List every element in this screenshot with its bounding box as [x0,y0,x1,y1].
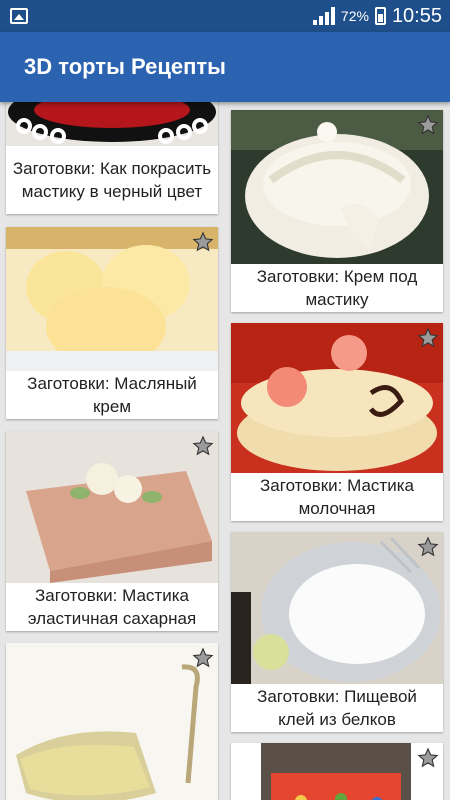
signal-icon [312,7,335,25]
gallery-notification-icon [10,8,28,24]
recipe-card-syrup[interactable] [6,643,218,800]
recipe-caption: Заготовки: Крем под мастику [256,267,418,309]
battery-icon [374,7,386,25]
status-bar: 72% 10:55 [0,0,450,32]
favorite-star-icon[interactable] [417,327,439,349]
recipe-card-egg-white-glue[interactable]: Заготовки: Пищевой клей из белков [231,532,443,732]
recipe-photo [6,431,218,583]
recipe-photo [231,323,443,473]
battery-percent: 72% [340,8,369,24]
app-bar: 3D торты Рецепты [0,32,450,102]
recipe-card-cream[interactable]: Заготовки: Крем под мастику [231,110,443,312]
recipe-caption: Заготовки: Как покрасить мастику в черны… [12,159,212,201]
recipe-photo [231,532,443,684]
favorite-star-icon[interactable] [417,114,439,136]
recipe-caption: Заготовки: Мастика молочная [260,476,414,518]
recipe-card-milk-fondant[interactable]: Заготовки: Мастика молочная [231,323,443,521]
favorite-star-icon[interactable] [417,536,439,558]
recipe-grid[interactable]: Заготовки: Как покрасить мастику в черны… [0,102,450,800]
recipe-card-partial[interactable] [231,743,443,800]
favorite-star-icon[interactable] [417,747,439,769]
recipe-photo [231,743,443,800]
clock: 10:55 [391,4,442,27]
favorite-star-icon[interactable] [192,231,214,253]
recipe-photo [6,102,218,146]
recipe-caption: Заготовки: Масляный крем [27,374,197,416]
recipe-caption: Заготовки: Пищевой клей из белков [257,687,417,729]
favorite-star-icon[interactable] [192,647,214,669]
recipe-photo [6,227,218,371]
recipe-photo [6,643,218,800]
recipe-card-black-fondant[interactable]: Заготовки: Как покрасить мастику в черны… [6,102,218,214]
favorite-star-icon[interactable] [192,435,214,457]
recipe-card-elastic-fondant[interactable]: Заготовки: Мастика эластичная сахарная [6,431,218,631]
recipe-photo [231,110,443,264]
app-title: 3D торты Рецепты [24,54,226,79]
recipe-card-butter-cream[interactable]: Заготовки: Масляный крем [6,227,218,419]
recipe-caption: Заготовки: Мастика эластичная сахарная [27,586,197,628]
